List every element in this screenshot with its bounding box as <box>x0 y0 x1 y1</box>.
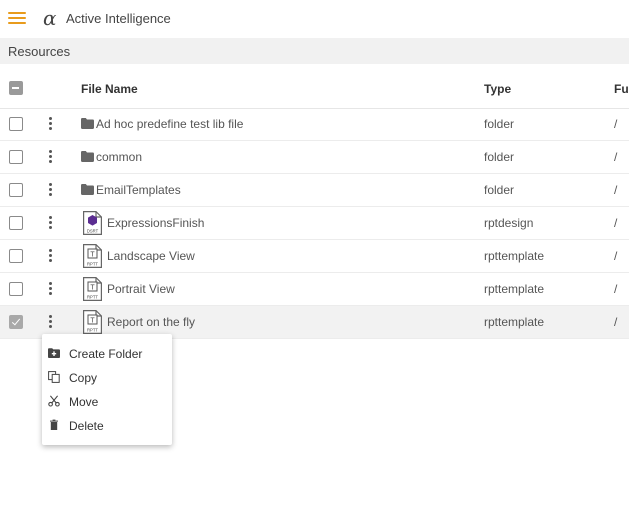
file-name[interactable]: Landscape View <box>107 249 195 263</box>
table-row[interactable]: common folder / <box>0 141 629 174</box>
app-title: Active Intelligence <box>66 11 171 26</box>
row-checkbox[interactable] <box>9 282 23 296</box>
file-folder: / <box>614 216 618 230</box>
file-folder: / <box>614 249 618 263</box>
row-actions-kebab-icon[interactable] <box>48 216 54 230</box>
rptdesign-file-icon: DSRT <box>83 211 102 235</box>
svg-text:T: T <box>90 284 95 291</box>
file-name[interactable]: EmailTemplates <box>96 183 181 197</box>
trash-icon <box>50 419 58 430</box>
row-checkbox[interactable] <box>9 315 23 329</box>
svg-text:RPTT: RPTT <box>87 295 98 300</box>
file-name[interactable]: Report on the fly <box>107 315 195 329</box>
svg-text:RPTT: RPTT <box>87 262 98 267</box>
table-row[interactable]: DSRT ExpressionsFinish rptdesign / <box>0 207 629 240</box>
table-row[interactable]: EmailTemplates folder / <box>0 174 629 207</box>
column-header-folder[interactable]: Fu <box>614 82 629 96</box>
file-folder: / <box>614 315 618 329</box>
row-checkbox[interactable] <box>9 150 23 164</box>
rpttemplate-file-icon: T RPTT <box>83 310 102 334</box>
file-type: folder <box>484 183 515 197</box>
row-actions-kebab-icon[interactable] <box>48 282 54 296</box>
column-header-file-name[interactable]: File Name <box>81 82 138 96</box>
menu-item-move[interactable]: Move <box>42 389 172 413</box>
file-type: rpttemplate <box>484 282 545 296</box>
row-actions-kebab-icon[interactable] <box>48 249 54 263</box>
app-logo: α <box>43 6 57 30</box>
row-checkbox[interactable] <box>9 183 23 197</box>
menu-item-label: Delete <box>69 419 104 433</box>
breadcrumb[interactable]: Resources <box>8 44 70 59</box>
row-actions-kebab-icon[interactable] <box>48 150 54 164</box>
file-folder: / <box>614 282 618 296</box>
folder-icon <box>81 151 94 162</box>
select-all-checkbox[interactable] <box>9 81 23 95</box>
row-checkbox[interactable] <box>9 216 23 230</box>
copy-icon <box>48 371 60 383</box>
menu-item-label: Copy <box>69 371 98 385</box>
file-type: rpttemplate <box>484 315 545 329</box>
rpttemplate-file-icon: T RPTT <box>83 277 102 301</box>
file-name[interactable]: Portrait View <box>107 282 175 296</box>
menu-item-label: Move <box>69 395 99 409</box>
create-folder-icon <box>48 348 60 358</box>
scissors-icon <box>48 395 60 407</box>
folder-icon <box>81 118 94 129</box>
column-header-type[interactable]: Type <box>484 82 511 96</box>
top-bar: α Active Intelligence <box>0 0 629 38</box>
svg-text:RPTT: RPTT <box>87 328 98 333</box>
menu-item-create-folder[interactable]: Create Folder <box>42 341 172 365</box>
table-row[interactable]: Ad hoc predefine test lib file folder / <box>0 108 629 141</box>
rpttemplate-file-icon: T RPTT <box>83 244 102 268</box>
file-type: folder <box>484 150 515 164</box>
menu-item-delete[interactable]: Delete <box>42 413 172 437</box>
file-type: rptdesign <box>484 216 534 230</box>
file-type: rpttemplate <box>484 249 545 263</box>
svg-text:T: T <box>90 251 95 258</box>
row-actions-kebab-icon[interactable] <box>48 183 54 197</box>
table-header: File Name Type Fu <box>0 64 629 109</box>
context-menu: Create Folder Copy Move Delete <box>42 334 172 445</box>
file-folder: / <box>614 117 618 131</box>
file-type: folder <box>484 117 515 131</box>
breadcrumb-bar: Resources <box>0 38 629 64</box>
file-name[interactable]: common <box>96 150 142 164</box>
svg-text:T: T <box>90 317 95 324</box>
folder-icon <box>81 184 94 195</box>
file-name[interactable]: ExpressionsFinish <box>107 216 204 230</box>
menu-item-label: Create Folder <box>69 347 143 361</box>
row-actions-kebab-icon[interactable] <box>48 117 54 131</box>
file-name[interactable]: Ad hoc predefine test lib file <box>96 117 243 131</box>
table-row[interactable]: T RPTT Landscape View rpttemplate / <box>0 240 629 273</box>
hamburger-menu-icon[interactable] <box>8 11 26 25</box>
svg-text:DSRT: DSRT <box>87 229 99 234</box>
file-folder: / <box>614 150 618 164</box>
file-folder: / <box>614 183 618 197</box>
row-actions-kebab-icon[interactable] <box>48 315 54 329</box>
menu-item-copy[interactable]: Copy <box>42 365 172 389</box>
table-row[interactable]: T RPTT Portrait View rpttemplate / <box>0 273 629 306</box>
row-checkbox[interactable] <box>9 117 23 131</box>
row-checkbox[interactable] <box>9 249 23 263</box>
